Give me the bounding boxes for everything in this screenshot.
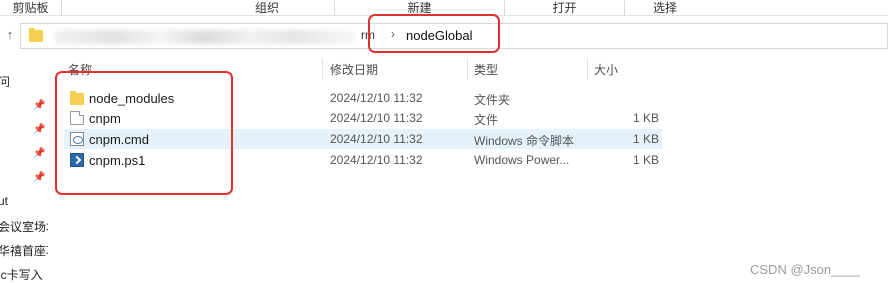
watermark: CSDN @Json____ (750, 262, 861, 277)
nav-item[interactable]: ut (0, 194, 8, 208)
pin-icon: 📌 (33, 124, 46, 135)
ribbon-group-label: 组织 (254, 1, 279, 15)
file-type: Windows 命令脚本 (474, 134, 575, 148)
column-divider[interactable] (467, 58, 468, 80)
address-highlight-box (368, 14, 500, 53)
ribbon-group-select: 选择 (625, 0, 705, 15)
file-size: 1 KB (632, 153, 659, 167)
ribbon-group-new: 新建 (335, 0, 505, 15)
navigation-pane: 问 📌 📌 📌 📌 ut 会议室场地 华禧首座项 ic卡写入 (0, 56, 48, 283)
nav-item[interactable]: 华禧首座项 (0, 242, 48, 259)
nav-item[interactable]: ic卡写入 (0, 266, 43, 283)
column-header-type[interactable]: 类型 (474, 61, 498, 83)
file-type: 文件 (474, 113, 499, 127)
ribbon-group-label: 打开 (552, 1, 577, 15)
up-arrow-icon[interactable]: ↑ (3, 28, 17, 42)
file-type: 文件夹 (474, 93, 511, 107)
column-divider[interactable] (322, 58, 323, 80)
file-date: 2024/12/10 11:32 (330, 132, 423, 146)
ribbon-group-label: 选择 (652, 1, 677, 15)
ribbon-group-clipboard: 剪贴板 (0, 0, 62, 15)
column-divider[interactable] (587, 58, 588, 80)
file-size: 1 KB (632, 111, 659, 125)
pin-icon: 📌 (33, 172, 46, 183)
file-date: 2024/12/10 11:32 (330, 153, 423, 167)
files-highlight-box (55, 71, 233, 195)
file-date: 2024/12/10 11:32 (330, 111, 423, 125)
ribbon-group-open: 打开 (505, 0, 625, 15)
pin-icon: 📌 (33, 100, 46, 111)
file-type: Windows Power... (474, 153, 570, 167)
nav-item[interactable]: 会议室场地 (0, 218, 48, 235)
nav-item[interactable]: 问 (0, 73, 10, 90)
pin-icon: 📌 (33, 148, 46, 159)
column-header-date[interactable]: 修改日期 (330, 61, 378, 83)
file-size: 1 KB (632, 132, 659, 146)
file-date: 2024/12/10 11:32 (330, 91, 423, 105)
folder-icon (29, 28, 43, 42)
blurred-path-segments (55, 30, 355, 44)
column-header-size[interactable]: 大小 (594, 61, 618, 83)
ribbon-group-organize: 组织 (200, 0, 335, 15)
ribbon-group-label: 剪贴板 (12, 1, 49, 15)
